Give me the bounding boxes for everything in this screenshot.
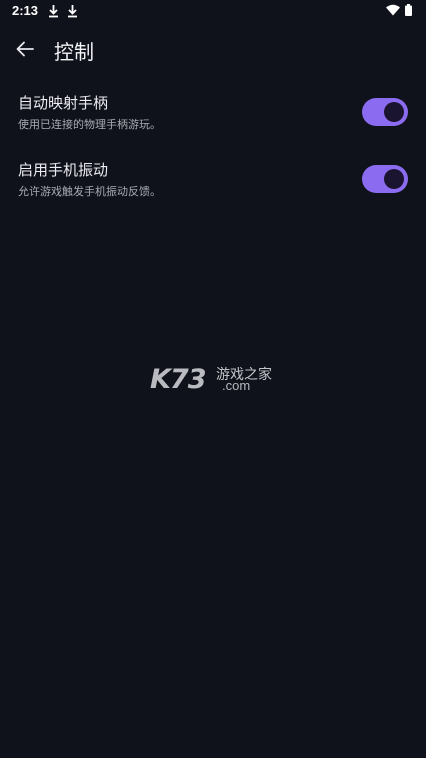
toggle-knob bbox=[384, 169, 404, 189]
setting-auto-map-controller[interactable]: 自动映射手柄 使用已连接的物理手柄游玩。 bbox=[0, 92, 426, 150]
watermark-logo: K73 游戏之家 .com bbox=[150, 364, 280, 396]
battery-icon bbox=[405, 4, 412, 16]
wifi-icon bbox=[386, 4, 400, 16]
toggle-knob bbox=[384, 102, 404, 122]
arrow-left-icon bbox=[16, 41, 34, 57]
watermark-domain: .com bbox=[222, 378, 251, 393]
download-icon bbox=[68, 5, 77, 18]
setting-title: 启用手机振动 bbox=[18, 161, 109, 179]
page-title: 控制 bbox=[54, 40, 94, 64]
status-bar: 2:13 bbox=[0, 0, 426, 22]
download-icon bbox=[49, 5, 58, 18]
phone-vibration-toggle[interactable] bbox=[362, 165, 408, 193]
setting-description: 使用已连接的物理手柄游玩。 bbox=[18, 118, 161, 131]
app-bar: 控制 bbox=[0, 24, 426, 76]
watermark-k73: K73 bbox=[150, 364, 206, 395]
status-time: 2:13 bbox=[12, 3, 39, 18]
setting-title: 自动映射手柄 bbox=[18, 94, 109, 112]
setting-phone-vibration[interactable]: 启用手机振动 允许游戏触发手机振动反馈。 bbox=[0, 159, 426, 217]
auto-map-controller-toggle[interactable] bbox=[362, 98, 408, 126]
back-button[interactable] bbox=[11, 35, 39, 63]
setting-description: 允许游戏触发手机振动反馈。 bbox=[18, 185, 161, 198]
